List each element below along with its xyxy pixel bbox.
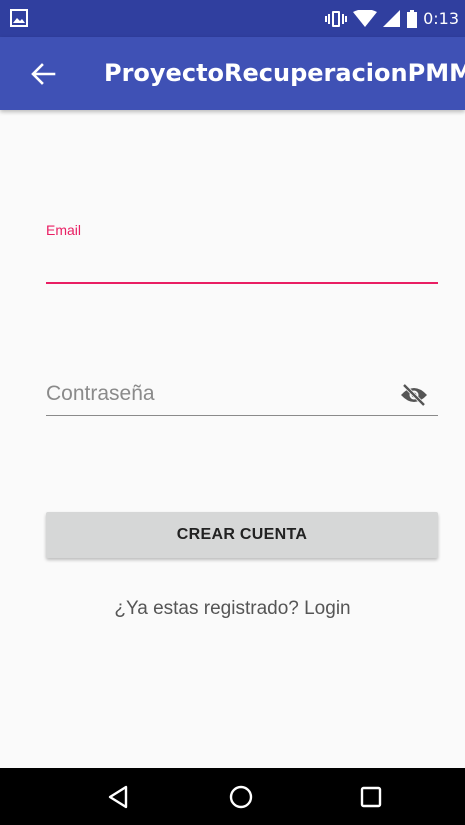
status-bar: 0:13 bbox=[0, 0, 465, 37]
navigation-bar bbox=[0, 768, 465, 825]
vibrate-icon bbox=[325, 10, 348, 27]
status-time: 0:13 bbox=[423, 9, 459, 28]
image-icon bbox=[10, 9, 28, 27]
login-link[interactable]: ¿Ya estas registrado? Login bbox=[0, 598, 465, 620]
nav-back-icon[interactable] bbox=[104, 782, 134, 812]
password-field bbox=[46, 372, 438, 416]
nav-home-icon[interactable] bbox=[226, 782, 256, 812]
visibility-off-icon[interactable] bbox=[400, 383, 428, 407]
nav-recents-icon[interactable] bbox=[356, 782, 386, 812]
email-input[interactable] bbox=[46, 248, 438, 284]
app-bar: ProyectoRecuperacionPMM bbox=[0, 37, 465, 110]
arrow-back-icon[interactable] bbox=[28, 59, 58, 89]
password-input[interactable] bbox=[46, 378, 386, 410]
wifi-icon bbox=[353, 9, 378, 27]
app-title: ProyectoRecuperacionPMM bbox=[104, 59, 465, 87]
create-account-button[interactable]: CREAR CUENTA bbox=[46, 512, 438, 558]
battery-icon bbox=[407, 9, 418, 28]
email-label: Email bbox=[46, 222, 82, 238]
signal-icon bbox=[383, 9, 401, 27]
